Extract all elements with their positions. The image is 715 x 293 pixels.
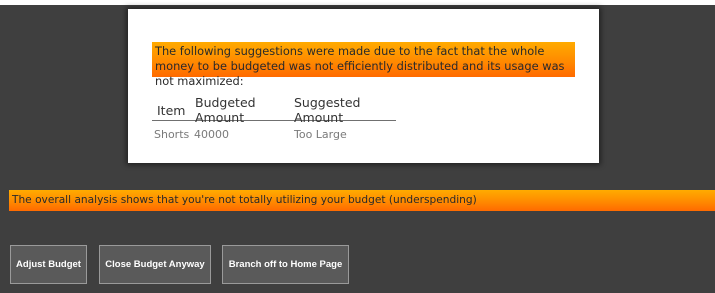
cell-suggested-amount: Too Large	[294, 127, 347, 141]
cell-budgeted-amount: 40000	[194, 127, 229, 141]
analysis-banner: The overall analysis shows that you're n…	[9, 190, 715, 211]
home-page-button[interactable]: Branch off to Home Page	[222, 245, 349, 284]
column-header-suggested-amount: Suggested Amount	[294, 95, 361, 125]
top-edge	[0, 0, 715, 5]
suggestions-card: The following suggestions were made due …	[128, 9, 599, 163]
table-header: Item Budgeted Amount Suggested Amount	[152, 95, 396, 125]
close-budget-button[interactable]: Close Budget Anyway	[99, 245, 211, 284]
column-header-item: Item	[157, 102, 186, 118]
column-header-budgeted-amount: Budgeted Amount	[195, 95, 256, 125]
cell-item: Shorts	[154, 127, 190, 141]
suggestions-banner: The following suggestions were made due …	[152, 42, 575, 88]
adjust-budget-button[interactable]: Adjust Budget	[10, 245, 87, 284]
table-row: Shorts 40000 Too Large	[152, 124, 396, 144]
suggestions-table: Item Budgeted Amount Suggested Amount Sh…	[152, 95, 396, 144]
